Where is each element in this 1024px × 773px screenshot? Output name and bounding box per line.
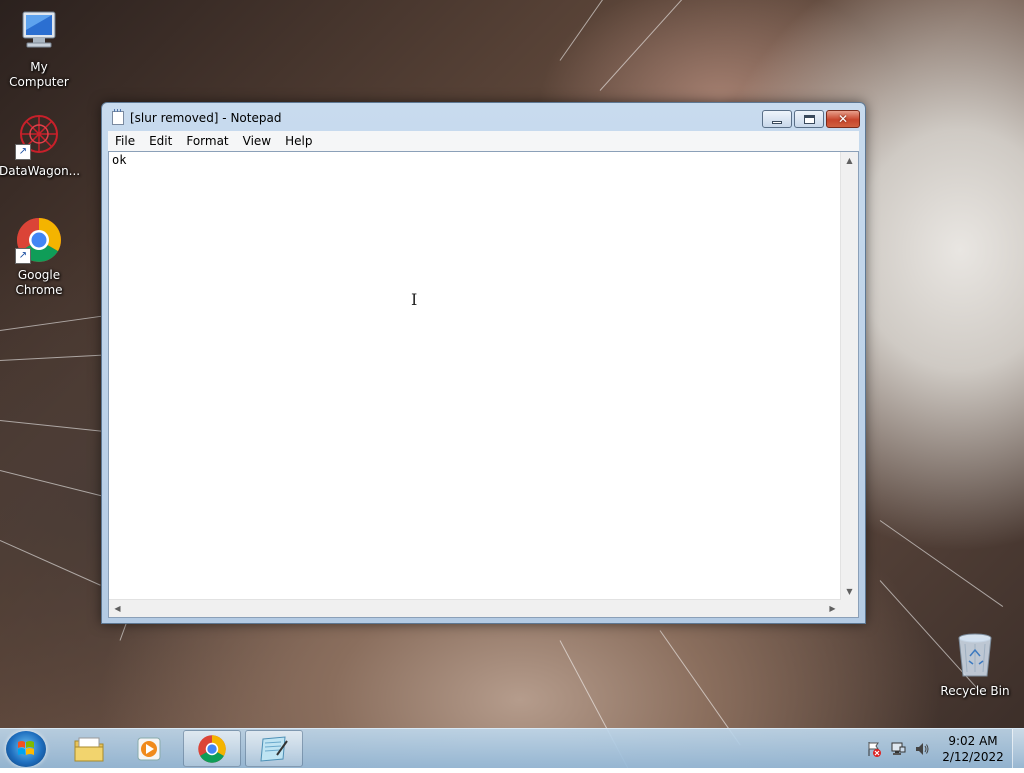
- volume-icon[interactable]: [914, 741, 930, 757]
- start-button[interactable]: [6, 731, 46, 767]
- taskbar-explorer-button[interactable]: [60, 730, 118, 767]
- wallpaper-whisker: [0, 314, 109, 331]
- desktop: My Computer ↗ DataWagon... ↗ Google Chro…: [0, 0, 1024, 773]
- scroll-right-icon[interactable]: ▶: [824, 600, 841, 617]
- vertical-scrollbar[interactable]: ▲ ▼: [840, 152, 858, 600]
- system-tray: [862, 729, 934, 769]
- resize-grip-icon[interactable]: [841, 600, 858, 617]
- desktop-icon-recycle-bin[interactable]: Recycle Bin: [935, 632, 1015, 699]
- menu-file[interactable]: File: [108, 131, 142, 151]
- recycle-bin-icon: [951, 632, 999, 680]
- chrome-icon: [198, 735, 226, 763]
- taskbar: 9:02 AM 2/12/2022: [0, 728, 1024, 769]
- wallpaper-whisker: [559, 0, 641, 61]
- taskbar-clock[interactable]: 9:02 AM 2/12/2022: [938, 733, 1008, 765]
- chrome-icon: ↗: [15, 216, 63, 264]
- datawagon-icon: ↗: [15, 112, 63, 160]
- scroll-up-icon[interactable]: ▲: [841, 152, 858, 169]
- editor-text: ok: [112, 153, 127, 167]
- desktop-icon-label: My Computer: [9, 60, 69, 89]
- menu-bar: File Edit Format View Help: [108, 131, 859, 151]
- wallpaper-whisker: [599, 0, 688, 91]
- windows-logo-icon: [18, 741, 34, 755]
- desktop-icon-label: Recycle Bin: [940, 684, 1010, 698]
- wallpaper-whisker: [0, 420, 110, 433]
- wallpaper-whisker: [879, 520, 1004, 607]
- window-title: [slur removed] - Notepad: [130, 111, 282, 125]
- desktop-icon-my-computer[interactable]: My Computer: [0, 8, 79, 90]
- horizontal-scrollbar[interactable]: ◀ ▶: [109, 599, 841, 617]
- desktop-icon-label: Google Chrome: [15, 268, 63, 297]
- wallpaper-whisker: [0, 354, 110, 361]
- maximize-button[interactable]: [794, 110, 824, 128]
- menu-format[interactable]: Format: [179, 131, 235, 151]
- media-player-icon: [137, 737, 161, 761]
- shortcut-arrow-icon: ↗: [15, 248, 31, 264]
- close-icon: ✕: [837, 112, 849, 126]
- folder-icon: [74, 737, 104, 762]
- scroll-down-icon[interactable]: ▼: [841, 583, 858, 600]
- text-editor[interactable]: ok I ▲ ▼ ◀ ▶: [108, 151, 859, 618]
- menu-view[interactable]: View: [236, 131, 278, 151]
- menu-edit[interactable]: Edit: [142, 131, 179, 151]
- clock-time: 9:02 AM: [948, 734, 998, 748]
- notepad-icon: [112, 109, 124, 125]
- wallpaper-whisker: [0, 540, 101, 586]
- maximize-icon: [803, 114, 815, 124]
- shortcut-arrow-icon: ↗: [15, 144, 31, 160]
- wallpaper-whisker: [0, 470, 107, 498]
- minimize-icon: [772, 120, 782, 124]
- desktop-icon-label: DataWagon...: [0, 164, 81, 178]
- menu-help[interactable]: Help: [278, 131, 319, 151]
- taskbar-chrome-button[interactable]: [183, 730, 241, 767]
- desktop-icon-datawagon[interactable]: ↗ DataWagon...: [0, 112, 81, 179]
- clock-date: 2/12/2022: [942, 750, 1004, 764]
- taskbar-notepad-button[interactable]: [245, 730, 303, 767]
- close-button[interactable]: ✕: [826, 110, 860, 128]
- action-center-flag-icon[interactable]: [866, 741, 882, 757]
- notepad-icon: [260, 736, 288, 762]
- minimize-button[interactable]: [762, 110, 792, 128]
- scroll-left-icon[interactable]: ◀: [109, 600, 126, 617]
- show-desktop-button[interactable]: [1012, 729, 1024, 769]
- text-cursor-icon: I: [411, 290, 418, 309]
- taskbar-media-player-button[interactable]: [121, 730, 179, 767]
- notepad-window[interactable]: [slur removed] - Notepad ✕ File Edit For…: [101, 102, 866, 624]
- computer-icon: [15, 8, 63, 56]
- desktop-icon-google-chrome[interactable]: ↗ Google Chrome: [0, 216, 79, 298]
- title-bar[interactable]: [slur removed] - Notepad ✕: [102, 103, 865, 131]
- network-icon[interactable]: [890, 741, 906, 757]
